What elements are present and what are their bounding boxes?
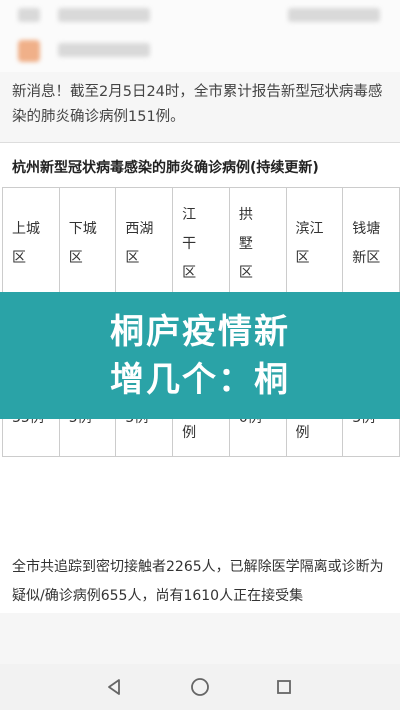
banner-line-1: 桐庐疫情新 bbox=[110, 311, 290, 352]
blurred-text bbox=[18, 8, 40, 22]
blurred-header bbox=[0, 0, 400, 72]
blurred-text bbox=[58, 8, 150, 22]
home-button[interactable] bbox=[170, 664, 230, 710]
district-head-row: 上城区 下城区 西湖区 江干区 拱墅区 滨江区 钱塘 新区 bbox=[2, 187, 400, 297]
home-circle-icon bbox=[191, 678, 209, 696]
news-text: 新消息！截至2月5日24时，全市累计报告新型冠状病毒感染的肺炎确诊病例151例。 bbox=[12, 84, 383, 125]
contact-note: 全市共追踪到密切接触者2265人，已解除医学隔离或诊断为疑似/确诊病例655人，… bbox=[12, 559, 384, 604]
district-header: 下城区 bbox=[58, 187, 117, 297]
avatar bbox=[18, 40, 40, 62]
back-button[interactable] bbox=[84, 664, 144, 710]
district-header: 钱塘 新区 bbox=[342, 187, 400, 297]
district-header: 滨江区 bbox=[285, 187, 344, 297]
table-title: 杭州新型冠状病毒感染的肺炎确诊病例(持续更新) bbox=[12, 160, 319, 176]
blurred-text bbox=[288, 8, 380, 22]
back-triangle-icon bbox=[108, 679, 120, 695]
district-header: 拱墅区 bbox=[228, 187, 287, 297]
recents-button[interactable] bbox=[254, 664, 314, 710]
district-header: 西湖区 bbox=[115, 187, 174, 297]
recents-square-icon bbox=[277, 680, 291, 694]
banner-line-2: 增几个：桐 bbox=[110, 359, 290, 400]
headline-banner: 桐庐疫情新 增几个：桐 bbox=[0, 292, 400, 419]
district-header: 上城区 bbox=[2, 187, 60, 297]
android-nav-bar bbox=[0, 664, 400, 710]
district-header: 江干区 bbox=[172, 187, 230, 297]
blurred-text bbox=[58, 43, 150, 57]
